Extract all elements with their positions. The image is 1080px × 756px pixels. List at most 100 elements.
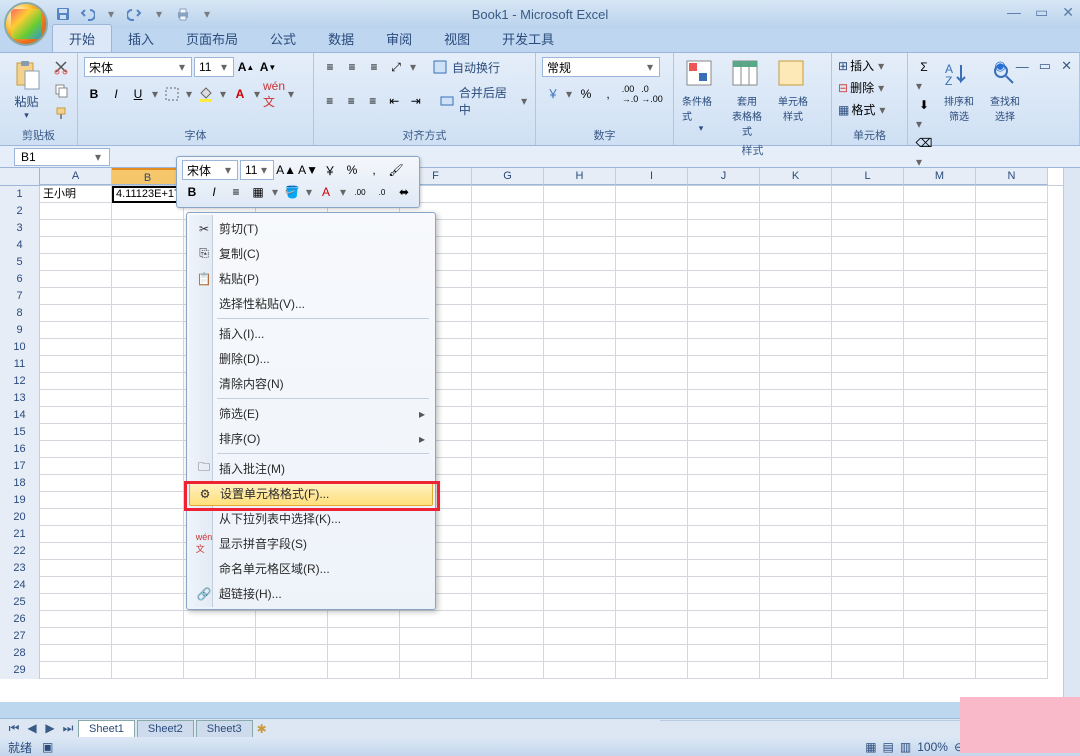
cell[interactable] <box>976 203 1048 220</box>
cell[interactable] <box>976 373 1048 390</box>
cell[interactable] <box>112 645 184 662</box>
cell[interactable] <box>904 662 976 679</box>
cell[interactable] <box>112 458 184 475</box>
cell[interactable] <box>976 662 1048 679</box>
ctx-filter[interactable]: 筛选(E)▸ <box>189 401 433 426</box>
cell[interactable] <box>832 492 904 509</box>
view-normal-icon[interactable]: ▦ <box>865 740 876 754</box>
cell[interactable] <box>904 577 976 594</box>
cell[interactable] <box>832 645 904 662</box>
row-header[interactable]: 17 <box>0 458 40 475</box>
cell[interactable] <box>976 271 1048 288</box>
cell[interactable] <box>760 424 832 441</box>
cell[interactable] <box>760 441 832 458</box>
cell[interactable] <box>904 441 976 458</box>
col-header[interactable]: M <box>904 168 976 185</box>
cell[interactable] <box>112 492 184 509</box>
cell[interactable] <box>688 577 760 594</box>
format-painter-icon[interactable] <box>51 103 71 123</box>
cell[interactable] <box>112 237 184 254</box>
cell[interactable] <box>472 424 544 441</box>
save-icon[interactable] <box>54 5 72 23</box>
cell[interactable] <box>472 577 544 594</box>
row-header[interactable]: 11 <box>0 356 40 373</box>
cell[interactable] <box>40 628 112 645</box>
vertical-scrollbar[interactable] <box>1063 168 1080 702</box>
cell[interactable] <box>688 203 760 220</box>
row-header[interactable]: 26 <box>0 611 40 628</box>
cell[interactable] <box>832 390 904 407</box>
cell[interactable] <box>904 254 976 271</box>
cell[interactable] <box>688 475 760 492</box>
cell[interactable] <box>616 577 688 594</box>
macro-record-icon[interactable]: ▣ <box>42 740 53 754</box>
cell[interactable] <box>688 611 760 628</box>
cell[interactable] <box>688 526 760 543</box>
paste-button[interactable]: 粘贴 ▾ <box>6 57 47 123</box>
cell[interactable] <box>904 407 976 424</box>
cell[interactable] <box>40 662 112 679</box>
cell[interactable] <box>976 509 1048 526</box>
view-pagebreak-icon[interactable]: ▥ <box>900 740 911 754</box>
clear-icon[interactable]: ⌫ <box>914 133 934 153</box>
cell[interactable] <box>544 543 616 560</box>
row-header[interactable]: 5 <box>0 254 40 271</box>
cell[interactable] <box>760 322 832 339</box>
cell[interactable] <box>544 560 616 577</box>
mini-align-icon[interactable]: ≡ <box>226 182 246 202</box>
cell[interactable] <box>760 305 832 322</box>
cell[interactable] <box>688 424 760 441</box>
cell[interactable] <box>832 220 904 237</box>
row-header[interactable]: 19 <box>0 492 40 509</box>
cell[interactable] <box>40 203 112 220</box>
cell[interactable] <box>40 254 112 271</box>
percent-icon[interactable]: % <box>576 84 596 104</box>
merge-label[interactable]: 合并后居中 <box>459 84 517 118</box>
ctx-cut[interactable]: ✂剪切(T) <box>189 216 433 241</box>
orientation-icon[interactable]: ⤢ <box>386 57 406 77</box>
cell[interactable] <box>760 203 832 220</box>
cell[interactable] <box>760 356 832 373</box>
cell[interactable] <box>40 322 112 339</box>
cell[interactable] <box>256 662 328 679</box>
cell[interactable] <box>688 220 760 237</box>
conditional-format-button[interactable]: 条件格式▾ <box>680 57 722 136</box>
delete-button[interactable]: ⊟删除▾ <box>838 79 886 96</box>
cell[interactable] <box>976 526 1048 543</box>
cell[interactable] <box>904 288 976 305</box>
font-color-icon[interactable]: A <box>230 84 250 104</box>
cell[interactable] <box>832 594 904 611</box>
cell[interactable] <box>904 271 976 288</box>
cell[interactable] <box>760 628 832 645</box>
cell[interactable] <box>760 560 832 577</box>
cell[interactable] <box>472 475 544 492</box>
cell[interactable] <box>184 611 256 628</box>
cell[interactable] <box>688 509 760 526</box>
cell[interactable] <box>832 424 904 441</box>
row-header[interactable]: 27 <box>0 628 40 645</box>
cell[interactable] <box>904 628 976 645</box>
cell[interactable] <box>832 628 904 645</box>
wrap-text-icon[interactable] <box>430 57 450 77</box>
increase-decimal-icon[interactable]: .00→.0 <box>620 84 640 104</box>
cell[interactable] <box>904 475 976 492</box>
cell[interactable] <box>688 441 760 458</box>
cell[interactable] <box>544 424 616 441</box>
cell[interactable] <box>688 628 760 645</box>
row-header[interactable]: 15 <box>0 424 40 441</box>
cell[interactable] <box>832 237 904 254</box>
row-header[interactable]: 20 <box>0 509 40 526</box>
col-header[interactable]: B <box>112 168 184 185</box>
cell[interactable] <box>544 356 616 373</box>
cell[interactable] <box>472 458 544 475</box>
cell[interactable] <box>832 339 904 356</box>
sheet-nav-prev-icon[interactable]: ◀ <box>24 721 40 736</box>
cell[interactable] <box>904 186 976 203</box>
format-button[interactable]: ▦格式▾ <box>838 101 887 118</box>
mini-font-size[interactable]: 11▾ <box>240 160 274 180</box>
cell[interactable] <box>112 339 184 356</box>
cell[interactable] <box>760 492 832 509</box>
bold-button[interactable]: B <box>84 84 104 104</box>
col-header[interactable]: A <box>40 168 112 185</box>
cell[interactable] <box>40 271 112 288</box>
